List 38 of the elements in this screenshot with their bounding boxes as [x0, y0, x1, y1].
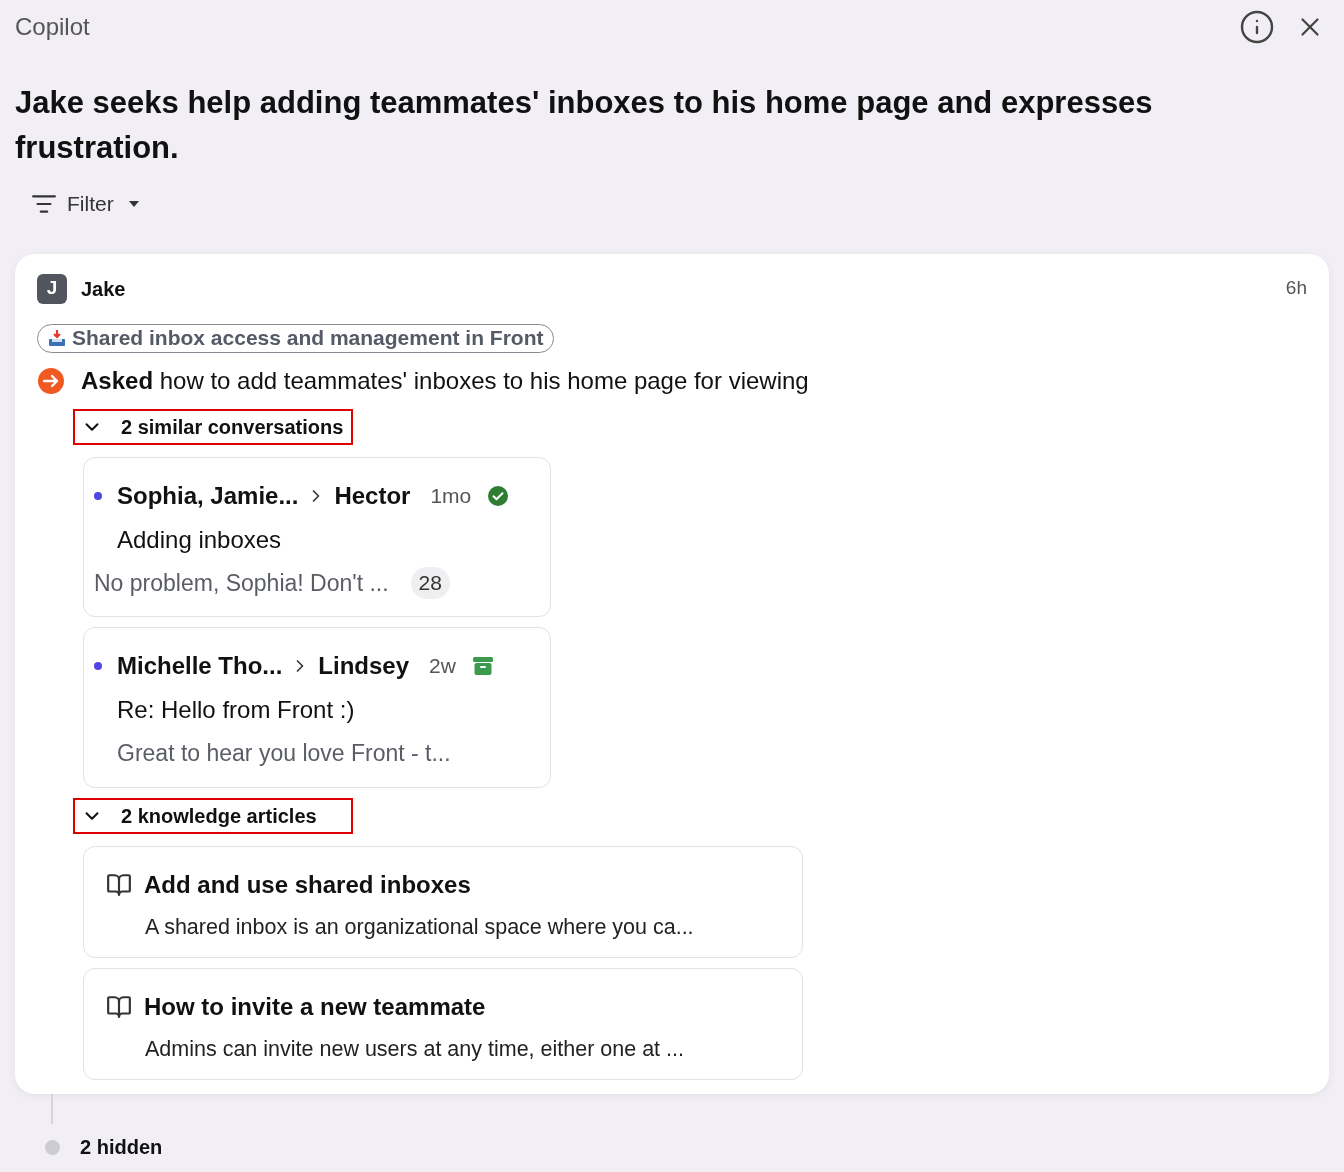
article-title: Add and use shared inboxes [144, 869, 471, 900]
article-card[interactable]: How to invite a new teammate Admins can invite new users at any time, either one at ... [83, 967, 803, 1080]
info-icon[interactable] [1239, 9, 1275, 45]
recipient-name: Lindsey [318, 651, 410, 681]
conversation-card[interactable]: Sophia, Jamie... Hector 1mo Adding inboxes No problem, Sophia! Don't ... 28 [83, 456, 551, 617]
avatar: J [37, 273, 67, 304]
article-title: How to invite a new teammate [144, 991, 486, 1022]
filter-button[interactable]: Filter [31, 188, 140, 220]
message-preview: Great to hear you love Front - t... [116, 739, 451, 768]
time-label: 1mo [430, 482, 472, 509]
panel-title: Copilot [15, 12, 90, 42]
book-icon [106, 993, 132, 1020]
conversation-subject: Re: Hello from Front :) [116, 695, 356, 725]
conversation-card[interactable]: Michelle Tho... Lindsey 2w Re: Hello from Front :) Great to hear you love Front - t... [83, 627, 551, 788]
check-circle-icon [487, 484, 510, 507]
book-icon [106, 871, 132, 898]
message-preview: No problem, Sophia! Don't ... [94, 568, 389, 598]
time-label: 6h [1285, 276, 1307, 301]
article-card[interactable]: Add and use shared inboxes A shared inbox is an organizational space where you ca... [83, 845, 803, 958]
section-toggle[interactable]: 2 similar conversations [73, 408, 353, 445]
time-label: 2w [429, 653, 456, 680]
hidden-count[interactable]: 2 hidden [80, 1132, 163, 1162]
message-count: 28 [410, 567, 450, 599]
topic-label: Shared inbox access and management in Front [72, 325, 544, 352]
contact-name: Jake [81, 276, 126, 302]
sender-name: Sophia, Jamie... [117, 480, 299, 511]
article-preview: A shared inbox is an organizational space where you ca... [144, 913, 695, 941]
recipient-name: Hector [334, 480, 411, 511]
article-preview: Admins can invite new users at any time, either one at ... [144, 1035, 685, 1063]
section-toggle[interactable]: 2 knowledge articles [73, 797, 353, 834]
inbox-tray-icon [48, 329, 66, 347]
conversation-subject: Adding inboxes [116, 524, 283, 555]
caret-icon [127, 199, 140, 208]
event-description: Asked how to add teammates' inboxes to his home page for viewing [81, 365, 809, 396]
summary-heading: Jake seeks help adding teammates' inboxes to his home page and expresses frustration. [15, 84, 1154, 167]
sender-name: Michelle Tho... [117, 651, 283, 681]
arrow-circle-icon [37, 366, 65, 395]
archive-icon [471, 656, 494, 676]
